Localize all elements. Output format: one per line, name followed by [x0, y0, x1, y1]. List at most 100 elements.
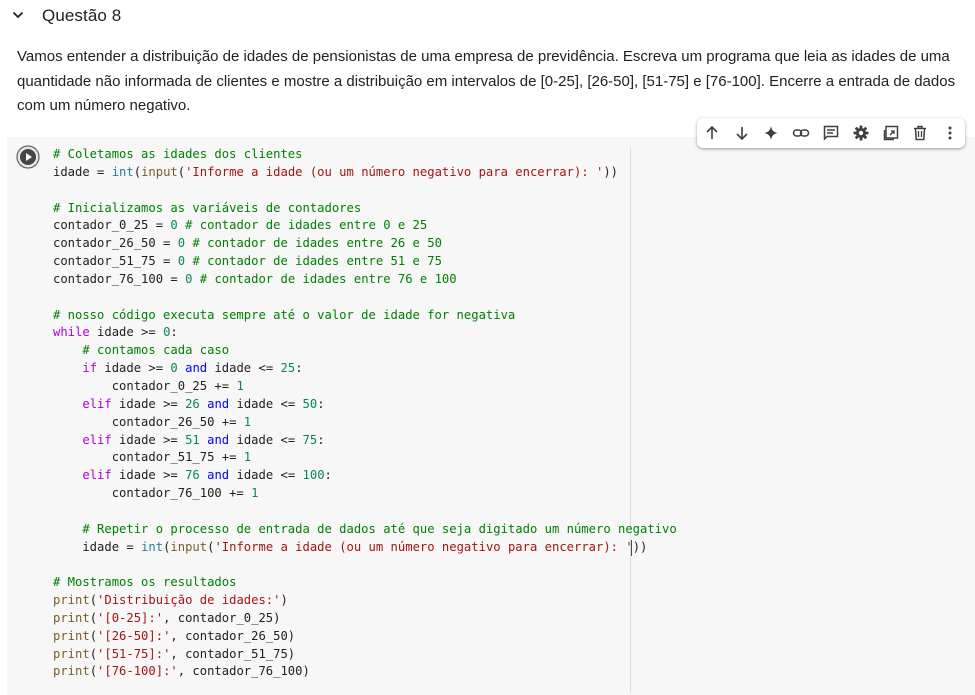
code-token: :: [170, 325, 178, 340]
code-line[interactable]: print('[0-25]:', contador_0_25): [53, 610, 677, 628]
code-token: contador_0_25 =: [53, 218, 171, 233]
code-token: :: [295, 361, 303, 376]
code-token: , contador_26_50): [170, 628, 296, 643]
code-line[interactable]: ​: [53, 289, 677, 307]
code-token: 26: [185, 396, 200, 411]
code-line[interactable]: contador_0_25 = 0 # contador de idades e…: [53, 217, 677, 235]
code-line[interactable]: contador_76_100 = 0 # contador de idades…: [53, 271, 677, 289]
code-token: 76: [185, 468, 200, 483]
code-line[interactable]: ​: [53, 182, 677, 200]
code-token: , contador_76_100): [177, 664, 310, 679]
code-line[interactable]: while idade >= 0:: [53, 324, 677, 342]
code-token: idade <=: [229, 468, 303, 483]
code-token: # Repetir o processo de entrada de dados…: [82, 521, 677, 536]
move-cell-down-button[interactable]: [727, 118, 757, 148]
code-token: if: [82, 361, 98, 376]
code-line[interactable]: elif idade >= 51 and idade <= 75:: [53, 432, 677, 450]
code-line[interactable]: print('Distribuição de idades:'): [53, 592, 677, 610]
code-line[interactable]: print('[76-100]:', contador_76_100): [53, 663, 677, 681]
code-token: # contador de idades entre 26 e 50: [192, 236, 442, 251]
code-token: print: [53, 610, 90, 625]
run-cell-button[interactable]: [16, 145, 40, 169]
code-token: idade =: [53, 539, 142, 554]
code-token: # contamos cada caso: [82, 343, 230, 358]
code-line[interactable]: idade = int(input('Informe a idade (ou u…: [53, 164, 677, 182]
code-token: :: [324, 468, 332, 483]
code-token: 1: [243, 414, 252, 429]
code-token: )): [603, 164, 619, 179]
chevron-down-icon[interactable]: [11, 8, 25, 22]
delete-cell-button[interactable]: [905, 118, 935, 148]
code-token: '[51-75]:': [97, 646, 171, 661]
more-actions-button[interactable]: [935, 118, 965, 148]
sparkle-icon: [764, 126, 779, 140]
code-line[interactable]: contador_51_75 += 1: [53, 449, 677, 467]
code-token: idade >=: [111, 396, 186, 411]
code-line[interactable]: # Inicializamos as variáveis de contador…: [53, 200, 677, 218]
code-token: and: [207, 396, 230, 411]
code-line[interactable]: ​: [53, 503, 677, 521]
more-vert-icon: [948, 126, 952, 140]
code-line[interactable]: ​: [53, 556, 677, 574]
copy-link-button[interactable]: [786, 118, 816, 148]
section-header[interactable]: Questão 8: [0, 0, 975, 32]
code-line[interactable]: contador_26_50 += 1: [53, 414, 677, 432]
code-token: idade <=: [229, 432, 303, 447]
code-line[interactable]: idade = int(input('Informe a idade (ou u…: [53, 539, 677, 557]
code-token: print: [53, 593, 90, 608]
code-line[interactable]: contador_26_50 = 0 # contador de idades …: [53, 235, 677, 253]
code-token: 'Informe a idade (ou um número negativo …: [185, 164, 604, 179]
mirror-cell-button[interactable]: [876, 118, 906, 148]
code-token: 0: [177, 254, 186, 269]
code-token: ): [280, 593, 288, 608]
code-line[interactable]: if idade >= 0 and idade <= 25:: [53, 360, 677, 378]
code-line[interactable]: # contamos cada caso: [53, 342, 677, 360]
code-line[interactable]: elif idade >= 26 and idade <= 50:: [53, 396, 677, 414]
code-token: contador_26_50 =: [53, 236, 178, 251]
text-cursor: [631, 540, 632, 556]
code-token: elif: [82, 468, 112, 483]
code-token: contador_51_75 +=: [53, 450, 244, 465]
code-line[interactable]: contador_51_75 = 0 # contador de idades …: [53, 253, 677, 271]
comment-icon: [823, 125, 839, 141]
code-line[interactable]: contador_0_25 += 1: [53, 378, 677, 396]
code-token: 'Distribuição de idades:': [97, 593, 281, 608]
gemini-button[interactable]: [757, 118, 787, 148]
code-token: and: [207, 468, 230, 483]
gear-icon: [853, 125, 869, 141]
code-token: 51: [185, 432, 200, 447]
code-token: contador_76_100 +=: [53, 486, 252, 501]
code-token: '[0-25]:': [97, 610, 164, 625]
link-icon: [792, 129, 810, 137]
add-comment-button[interactable]: [816, 118, 846, 148]
code-token: 100: [302, 468, 325, 483]
code-token: contador_76_100 =: [53, 271, 186, 286]
code-line[interactable]: print('[51-75]:', contador_51_75): [53, 646, 677, 664]
move-cell-up-button[interactable]: [697, 118, 727, 148]
code-line[interactable]: print('[26-50]:', contador_26_50): [53, 628, 677, 646]
code-line[interactable]: elif idade >= 76 and idade <= 100:: [53, 467, 677, 485]
code-line[interactable]: # Coletamos as idades dos clientes: [53, 146, 677, 164]
cell-settings-button[interactable]: [846, 118, 876, 148]
code-line[interactable]: contador_76_100 += 1: [53, 485, 677, 503]
code-line[interactable]: # Repetir o processo de entrada de dados…: [53, 521, 677, 539]
code-line[interactable]: # nosso código executa sempre até o valo…: [53, 307, 677, 325]
code-token: and: [185, 361, 208, 376]
code-content[interactable]: # Coletamos as idades dos clientes idade …: [53, 146, 677, 681]
code-token: )): [632, 539, 648, 554]
code-token: :: [317, 432, 325, 447]
code-line[interactable]: # Mostramos os resultados: [53, 574, 677, 592]
code-token: # nosso código executa sempre até o valo…: [53, 307, 516, 322]
code-token: idade >=: [111, 468, 186, 483]
code-token: (: [89, 664, 98, 679]
code-token: elif: [82, 396, 112, 411]
code-token: 'Informe a idade (ou um número negativo …: [214, 539, 633, 554]
code-token: , contador_0_25): [163, 610, 281, 625]
section-title: Questão 8: [42, 6, 122, 25]
code-token: (: [89, 593, 98, 608]
